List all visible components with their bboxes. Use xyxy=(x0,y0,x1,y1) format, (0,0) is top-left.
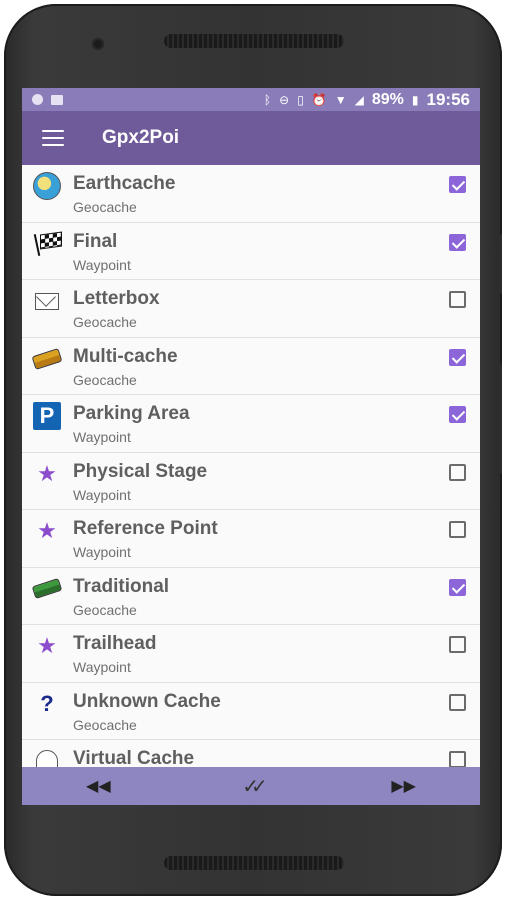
star-icon: ★ xyxy=(37,518,57,543)
item-type: Waypoint xyxy=(73,659,131,675)
item-checkbox[interactable] xyxy=(449,578,466,596)
item-type: Waypoint xyxy=(73,429,131,445)
item-checkbox[interactable] xyxy=(449,636,466,653)
item-name: Virtual Cache xyxy=(73,748,195,767)
list-item[interactable]: ★ Reference Point Waypoint xyxy=(22,510,480,568)
bluetooth-icon: ᛒ xyxy=(263,92,272,107)
item-checkbox[interactable] xyxy=(449,751,466,767)
item-type: Waypoint xyxy=(73,256,131,273)
multi-cache-icon xyxy=(31,346,63,372)
screen: ᛒ ⊖ ▯ ⏰ ▼ ◢ 89% ▮ 19:56 Gpx2Poi Earthcac… xyxy=(22,88,480,805)
list-item[interactable]: ? Unknown Cache Geocache xyxy=(22,682,480,740)
fast-forward-icon[interactable]: ▶▶ xyxy=(374,776,434,796)
item-type: Geocache xyxy=(73,199,137,215)
list-item[interactable]: Multi-cache Geocache xyxy=(22,337,480,395)
waypoint-type-list[interactable]: Earthcache Geocache Final Waypoint Letterbox… xyxy=(22,165,480,767)
item-checkbox[interactable] xyxy=(449,233,466,251)
envelope-icon xyxy=(32,288,62,314)
item-type: Geocache xyxy=(73,371,137,388)
top-speaker xyxy=(164,34,344,48)
app-bar: Gpx2Poi xyxy=(22,111,480,165)
item-checkbox[interactable] xyxy=(449,521,466,538)
item-name: Physical Stage xyxy=(73,460,208,482)
circle-icon xyxy=(32,94,43,105)
item-checkbox[interactable] xyxy=(449,176,466,193)
phone-frame: ᛒ ⊖ ▯ ⏰ ▼ ◢ 89% ▮ 19:56 Gpx2Poi Earthcac… xyxy=(4,4,502,896)
volume-button xyxy=(496,234,502,294)
clock: 19:56 xyxy=(426,89,470,109)
item-name: Reference Point xyxy=(73,518,218,539)
star-icon: ★ xyxy=(37,633,57,658)
battery-icon: ▮ xyxy=(411,92,419,107)
list-item[interactable]: Traditional Geocache xyxy=(22,567,480,625)
item-name: Unknown Cache xyxy=(73,690,221,712)
item-name: Trailhead xyxy=(73,633,157,654)
app-title: Gpx2Poi xyxy=(102,127,180,148)
item-type: Waypoint xyxy=(73,486,131,503)
list-item[interactable]: ★ Trailhead Waypoint xyxy=(22,625,480,683)
item-type: Geocache xyxy=(73,314,137,330)
parking-icon: P xyxy=(32,402,62,430)
list-item[interactable]: ★ Physical Stage Waypoint xyxy=(22,452,480,510)
star-icon: ★ xyxy=(37,460,57,486)
item-name: Multi-cache xyxy=(73,345,178,367)
item-type: Geocache xyxy=(73,716,137,733)
item-name: Letterbox xyxy=(73,288,160,309)
checkered-flag-icon xyxy=(32,230,62,257)
item-type: Geocache xyxy=(73,601,137,618)
battery-percent: 89% xyxy=(371,90,404,108)
list-item[interactable]: P Parking Area Waypoint xyxy=(22,395,480,453)
traditional-cache-icon xyxy=(31,576,63,602)
virtual-cache-icon xyxy=(32,748,62,767)
item-checkbox[interactable] xyxy=(449,291,466,308)
front-camera xyxy=(92,38,104,50)
item-name: Earthcache xyxy=(73,173,176,194)
item-checkbox[interactable] xyxy=(449,693,466,711)
wifi-icon: ▼ xyxy=(334,92,347,107)
list-item[interactable]: Virtual CacheGeocache xyxy=(22,740,480,767)
image-icon xyxy=(51,94,63,105)
list-item[interactable]: Final Waypoint xyxy=(22,222,480,280)
power-button xyxy=(496,364,502,474)
signal-icon: ◢ xyxy=(354,92,364,107)
double-check-icon[interactable]: ✓✓ xyxy=(221,774,281,799)
item-type: Waypoint xyxy=(73,544,131,560)
item-checkbox[interactable] xyxy=(449,463,466,481)
item-name: Parking Area xyxy=(73,403,190,424)
list-item[interactable]: Earthcache Geocache xyxy=(22,165,480,223)
list-item[interactable]: Letterbox Geocache xyxy=(22,280,480,338)
bottom-toolbar: ◀◀ ✓✓ ▶▶ xyxy=(22,767,480,805)
vibrate-icon: ▯ xyxy=(297,92,304,107)
item-name: Traditional xyxy=(73,575,170,597)
item-checkbox[interactable] xyxy=(449,406,466,423)
alarm-icon: ⏰ xyxy=(311,92,327,107)
item-checkbox[interactable] xyxy=(449,348,466,366)
item-name: Final xyxy=(73,230,118,252)
status-bar: ᛒ ⊖ ▯ ⏰ ▼ ◢ 89% ▮ 19:56 xyxy=(22,88,480,111)
bottom-speaker xyxy=(164,856,344,870)
dnd-icon: ⊖ xyxy=(279,92,290,107)
question-mark-icon: ? xyxy=(40,690,54,716)
rewind-icon[interactable]: ◀◀ xyxy=(68,776,128,796)
hamburger-menu-icon[interactable] xyxy=(42,130,64,146)
earthcache-icon xyxy=(32,172,62,200)
